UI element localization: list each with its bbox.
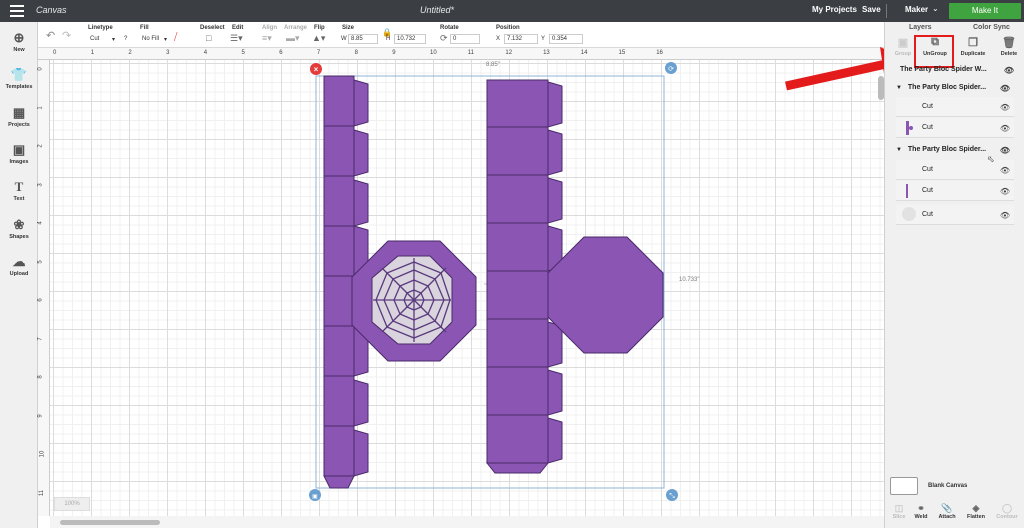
flatten-label: Flatten [966,514,986,520]
app-window: Canvas Untitled* My Projects Save Maker … [0,0,1024,528]
contour-label: Contour [996,514,1018,520]
layer-item-label: Cut [922,211,933,218]
layer-thumbnail [902,207,916,221]
layer-item[interactable]: Cut 👁 [896,118,1014,138]
delete-label: Delete [1000,51,1018,57]
eye-icon[interactable]: 👁 [1000,166,1010,175]
chevron-down-icon[interactable]: ▼ [896,85,902,91]
layer-item[interactable]: Cut 👁 [896,160,1014,180]
layer-item-label: Cut [922,166,933,173]
zoom-control[interactable]: 100% [54,497,90,511]
weld-button[interactable]: ⚭ Weld [908,503,934,520]
spider-web-octagon[interactable] [351,240,477,362]
blank-canvas-label: Blank Canvas [928,483,968,489]
svg-text:⟳: ⟳ [668,65,674,73]
right-octagon[interactable] [547,236,664,354]
weld-label: Weld [914,514,928,520]
layer-group-name: The Party Bloc Spider W... [900,66,987,73]
layer-subgroup-1[interactable]: ▼ The Party Bloc Spider... 👁 [896,84,1014,93]
tab-color-sync[interactable]: Color Sync [973,24,1010,31]
layer-subgroup-2[interactable]: ▼ The Party Bloc Spider... 👁 [896,146,1014,155]
layer-group-name: The Party Bloc Spider... [907,146,987,153]
eye-icon[interactable]: 👁 [1000,124,1010,133]
trash-icon: 🗑 [1002,37,1016,49]
horizontal-scrollbar[interactable] [50,516,884,528]
weld-icon: ⚭ [917,503,925,513]
layer-thumbnail [906,184,908,198]
layer-item-label: Cut [922,103,933,110]
attach-label: Attach [938,514,956,520]
delete-button[interactable]: 🗑 Delete [993,36,1024,57]
paperclip-icon: 📎 [941,503,953,513]
scrollbar-thumb[interactable] [60,520,160,525]
svg-text:×: × [314,65,319,74]
layers-scrollbar[interactable] [878,76,884,100]
mouse-cursor-icon: ⬁ [987,154,995,164]
eye-icon[interactable]: 👁 [1004,66,1014,75]
flatten-icon: ◈ [972,503,980,513]
tab-layers[interactable]: Layers [909,24,932,31]
layer-group-name: The Party Bloc Spider... [907,84,987,91]
height-dimension: 10.733" [679,277,700,283]
layer-thumbnail [909,126,913,130]
layer-item-label: Cut [922,187,933,194]
slice-label: Slice [892,514,906,520]
canvas-artwork[interactable]: × ⟳ ▣ ⤡ [0,0,1024,528]
attach-button[interactable]: 📎 Attach [934,503,960,520]
eye-icon[interactable]: 👁 [1000,146,1010,155]
highlight-box [914,35,954,68]
layer-group-top[interactable]: The Party Bloc Spider W... 👁 [900,66,1018,75]
group-label: Group [894,51,912,57]
blank-canvas-swatch[interactable] [890,477,918,495]
duplicate-icon: ❐ [968,37,978,49]
layer-item[interactable]: Cut 👁 [896,97,1014,117]
duplicate-button[interactable]: ❐ Duplicate [957,36,989,57]
chevron-down-icon[interactable]: ▼ [896,147,902,153]
eye-icon[interactable]: 👁 [1000,187,1010,196]
svg-text:⤡: ⤡ [669,492,675,500]
contour-icon: ◯ [1001,503,1013,513]
svg-text:▣: ▣ [312,493,318,500]
flatten-button[interactable]: ◈ Flatten [963,503,989,520]
eye-icon[interactable]: 👁 [1000,103,1010,112]
duplicate-label: Duplicate [960,51,986,57]
contour-button[interactable]: ◯ Contour [994,503,1020,520]
width-dimension: 8.85" [486,62,500,68]
layer-item[interactable]: Cut 👁 [896,205,1014,225]
eye-icon[interactable]: 👁 [1000,84,1010,93]
layer-item[interactable]: Cut 👁 [896,181,1014,201]
eye-icon[interactable]: 👁 [1000,211,1010,220]
layer-item-label: Cut [922,124,933,131]
